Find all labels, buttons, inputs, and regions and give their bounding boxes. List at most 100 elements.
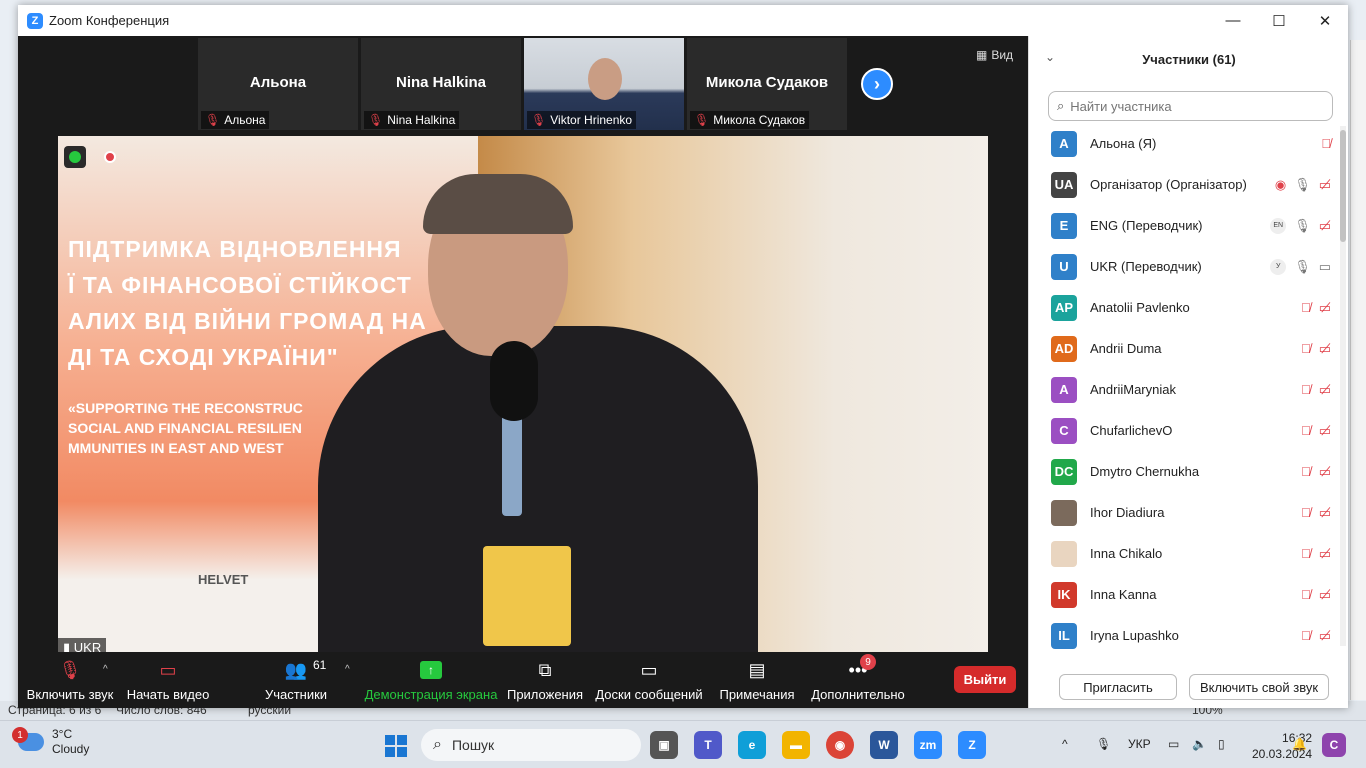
apps-button[interactable]: ⧉ Приложения (507, 652, 583, 708)
participant-tile[interactable]: Микола Судаков 🎙 Микола Судаков (687, 38, 847, 130)
view-button[interactable]: ▦ Вид (976, 48, 1013, 62)
participant-name: Andrii Duma (1090, 341, 1162, 356)
whiteboards-button[interactable]: ▭ Доски сообщений (595, 652, 702, 708)
word-icon[interactable]: W (870, 731, 898, 759)
microphone-tray-icon[interactable]: 🎙 (1096, 737, 1111, 751)
unmute-self-button[interactable]: Включить свой звук (1189, 674, 1329, 700)
microphone-handle (502, 406, 522, 516)
close-button[interactable]: ✕ (1302, 5, 1348, 36)
weather-desc: Cloudy (52, 742, 90, 756)
participant-name: Iryna Lupashko (1090, 628, 1179, 643)
camera-off-icon[interactable]: ▭̸ (1319, 587, 1331, 603)
zoom-workplace-icon[interactable]: zm (914, 731, 942, 759)
participant-row[interactable]: E ENG (Переводчик) EN 🎙 ▭̸ (1029, 205, 1339, 246)
start-button[interactable] (385, 735, 407, 757)
volume-icon[interactable]: 🔈 (1192, 737, 1207, 751)
avatar: U (1051, 253, 1077, 280)
participant-name: Ihor Diadiura (1090, 505, 1165, 520)
participants-options-caret[interactable]: ^ (345, 664, 350, 675)
camera-off-icon[interactable]: ▭̸ (1319, 423, 1331, 439)
more-button[interactable]: ••• Дополнительно (811, 652, 905, 708)
mic-icon[interactable]: 🎙 (1294, 177, 1311, 193)
maximize-button[interactable]: ☐ (1256, 5, 1302, 36)
camera-off-icon[interactable]: ▭̸ (1319, 218, 1331, 234)
task-view-icon[interactable]: ▣ (650, 731, 678, 759)
taskbar-search[interactable]: ⌕ Пошук (421, 729, 641, 761)
notes-button[interactable]: ▤ Примечания (719, 652, 794, 708)
mic-muted-icon[interactable]: 🎙̸ (1321, 136, 1331, 151)
share-screen-button[interactable]: ↑ Демонстрация экрана (365, 652, 497, 708)
mic-muted-icon[interactable]: 🎙̸ (1301, 300, 1311, 315)
zoom-meeting-icon[interactable]: Z (958, 731, 986, 759)
mic-muted-icon[interactable]: 🎙̸ (1301, 587, 1311, 602)
keyboard-language[interactable]: УКР (1128, 737, 1151, 751)
video-face (588, 58, 622, 100)
participant-search[interactable]: ⌕ (1048, 91, 1333, 121)
minimize-button[interactable]: — (1210, 5, 1256, 36)
participant-row[interactable]: IL Iryna Lupashko 🎙̸ ▭̸ (1029, 615, 1339, 656)
mic-muted-icon[interactable]: 🎙̸ (1301, 464, 1311, 479)
participant-row[interactable]: U UKR (Переводчик) У 🎙 ▭ (1029, 246, 1339, 287)
avatar: A (1051, 376, 1077, 403)
participant-tile[interactable]: Альона 🎙 Альона (198, 38, 358, 130)
edge-icon[interactable]: e (738, 731, 766, 759)
battery-icon[interactable]: ▯ (1218, 737, 1225, 751)
participant-row[interactable]: DC Dmytro Chernukha 🎙̸ ▭̸ (1029, 451, 1339, 492)
recording-icon (104, 151, 116, 163)
network-icon[interactable]: ▭ (1168, 737, 1179, 751)
mic-muted-icon[interactable]: 🎙̸ (1301, 382, 1311, 397)
camera-off-icon[interactable]: ▭̸ (1319, 464, 1331, 480)
participant-row[interactable]: IK Inna Kanna 🎙̸ ▭̸ (1029, 574, 1339, 615)
avatar: C (1051, 417, 1077, 444)
leave-button[interactable]: Выйти (954, 666, 1016, 693)
mic-muted-icon[interactable]: 🎙̸ (1301, 628, 1311, 643)
participant-row[interactable]: C ChufarlichevO 🎙̸ ▭̸ (1029, 410, 1339, 451)
participant-row[interactable]: AP Anatolii Pavlenko 🎙̸ ▭̸ (1029, 287, 1339, 328)
title-bar: Z Zoom Конференция — ☐ ✕ (18, 5, 1348, 36)
security-shield-icon[interactable] (64, 146, 86, 168)
camera-off-icon[interactable]: ▭̸ (1319, 300, 1331, 316)
weather-widget[interactable]: 1 3°C Cloudy (12, 727, 90, 757)
avatar: IK (1051, 581, 1077, 608)
participant-row[interactable]: Ihor Diadiura 🎙̸ ▭̸ (1029, 492, 1339, 533)
participant-row[interactable]: UA Організатор (Організатор) ◉ 🎙 ▭̸ (1029, 164, 1339, 205)
camera-icon[interactable]: ▭ (1319, 259, 1331, 275)
file-explorer-icon[interactable]: ▬ (782, 731, 810, 759)
mic-muted-icon[interactable]: 🎙̸ (1301, 546, 1311, 561)
participant-name: ENG (Переводчик) (1090, 218, 1203, 233)
camera-off-icon[interactable]: ▭̸ (1319, 546, 1331, 562)
mic-icon[interactable]: 🎙 (1294, 218, 1311, 234)
search-input[interactable] (1070, 98, 1311, 114)
participant-list-scrollbar[interactable] (1340, 126, 1346, 646)
camera-off-icon[interactable]: ▭̸ (1319, 382, 1331, 398)
unmute-button[interactable]: 🎙 Включить звук (27, 652, 114, 708)
chrome-icon[interactable]: ◉ (826, 731, 854, 759)
participant-tile-video[interactable]: 🎙 Viktor Hrinenko (524, 38, 684, 130)
participant-row[interactable]: A Альона (Я) 🎙̸ (1029, 123, 1339, 164)
copilot-icon[interactable]: C (1322, 733, 1346, 757)
camera-off-icon[interactable]: ▭̸ (1319, 341, 1331, 357)
participant-name: Організатор (Організатор) (1090, 177, 1247, 192)
tray-overflow-icon[interactable]: ^ (1062, 737, 1068, 751)
mic-off-icon: 🎙 (205, 113, 221, 127)
camera-off-icon[interactable]: ▭̸ (1319, 177, 1331, 193)
participant-row[interactable]: AD Andrii Duma 🎙̸ ▭̸ (1029, 328, 1339, 369)
tile-label: 🎙 Viktor Hrinenko (527, 111, 637, 129)
camera-off-icon[interactable]: ▭̸ (1319, 628, 1331, 644)
mic-muted-icon[interactable]: 🎙̸ (1301, 341, 1311, 356)
participant-row[interactable]: A AndriiMaryniak 🎙̸ ▭̸ (1029, 369, 1339, 410)
participant-name: UKR (Переводчик) (1090, 259, 1202, 274)
participant-tile[interactable]: Nina Halkina 🎙 Nina Halkina (361, 38, 521, 130)
participant-row[interactable]: Inna Chikalo 🎙̸ ▭̸ (1029, 533, 1339, 574)
audio-options-caret[interactable]: ^ (103, 664, 108, 675)
invite-button[interactable]: Пригласить (1059, 674, 1177, 700)
notifications-icon[interactable]: 🔔 (1292, 737, 1307, 751)
participant-name: Inna Kanna (1090, 587, 1157, 602)
teams-icon[interactable]: T (694, 731, 722, 759)
mic-muted-icon[interactable]: 🎙̸ (1301, 423, 1311, 438)
start-video-button[interactable]: ▭ Начать видео (127, 652, 210, 708)
camera-off-icon[interactable]: ▭̸ (1319, 505, 1331, 521)
next-page-button[interactable]: › (861, 68, 893, 100)
mic-icon[interactable]: 🎙 (1294, 259, 1311, 275)
mic-muted-icon[interactable]: 🎙̸ (1301, 505, 1311, 520)
